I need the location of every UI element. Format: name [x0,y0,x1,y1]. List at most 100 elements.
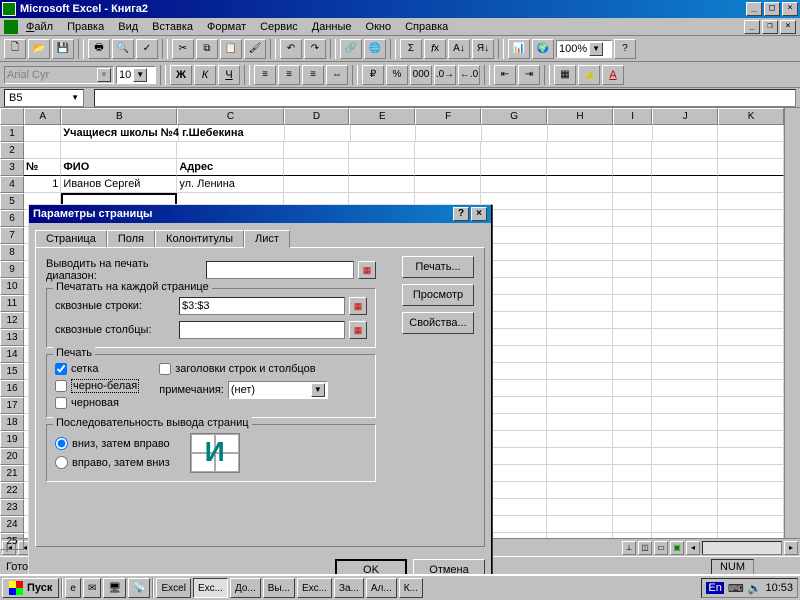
cell[interactable] [61,142,177,159]
vertical-scrollbar[interactable] [784,108,800,538]
cell[interactable] [547,397,613,414]
sort-asc-icon[interactable]: A↓ [448,39,470,59]
cell[interactable] [718,414,784,431]
cell[interactable] [718,278,784,295]
cell[interactable] [613,312,652,329]
cell[interactable] [351,125,417,142]
fontsize-combo[interactable]: 10▼ [116,66,156,84]
cell[interactable] [718,363,784,380]
cell[interactable] [652,397,718,414]
cell[interactable] [718,261,784,278]
col-header-D[interactable]: D [284,108,350,125]
cell[interactable] [718,176,784,193]
cell[interactable] [547,380,613,397]
cell[interactable] [547,278,613,295]
cell[interactable] [613,448,652,465]
cell[interactable] [652,227,718,244]
cell[interactable] [718,465,784,482]
row-header[interactable]: 12 [0,312,24,329]
cell[interactable] [548,125,614,142]
cell[interactable] [613,210,652,227]
tool-b[interactable]: ◫ [638,541,652,555]
spell-icon[interactable]: ✓ [136,39,158,59]
row-header[interactable]: 13 [0,329,24,346]
row-header[interactable]: 4 [0,176,24,193]
taskbar-button[interactable]: Ал... [366,578,397,598]
zoom-combo[interactable]: 100%▼ [556,40,612,58]
cell[interactable] [652,431,718,448]
print-button[interactable]: Печать... [402,256,474,278]
mdi-restore[interactable]: ❐ [762,20,778,34]
cell[interactable] [613,227,652,244]
col-header-J[interactable]: J [652,108,718,125]
row-header[interactable]: 18 [0,414,24,431]
row-header[interactable]: 6 [0,210,24,227]
cell[interactable] [481,142,547,159]
cell[interactable] [718,312,784,329]
cell[interactable] [284,176,350,193]
cell[interactable] [613,414,652,431]
row-header[interactable]: 1 [0,125,24,142]
tray-icon2[interactable]: 🔊 [748,582,762,595]
format-painter-icon[interactable]: 🖌 [244,39,266,59]
cell[interactable] [349,159,415,176]
open-icon[interactable]: 📂 [28,39,50,59]
cell[interactable] [718,329,784,346]
col-header-F[interactable]: F [415,108,481,125]
cell[interactable] [613,295,652,312]
cell[interactable] [613,329,652,346]
bold-icon[interactable]: Ж [170,65,192,85]
cell[interactable]: Иванов Сергей [61,176,177,193]
cell[interactable] [718,227,784,244]
cell[interactable] [284,142,350,159]
cell[interactable] [718,346,784,363]
function-icon[interactable]: fx [424,39,446,59]
row-header[interactable]: 10 [0,278,24,295]
cell[interactable] [349,142,415,159]
cell[interactable] [613,499,652,516]
lang-indicator[interactable]: En [706,582,723,594]
cell[interactable] [547,176,613,193]
help-icon[interactable]: ? [614,39,636,59]
cell[interactable] [652,176,718,193]
cell[interactable] [481,176,547,193]
fill-color-icon[interactable]: ◢ [578,65,600,85]
copy-icon[interactable]: ⧉ [196,39,218,59]
down-over-radio[interactable]: вниз, затем вправо [55,437,170,450]
taskbar-button[interactable]: До... [230,578,261,598]
col-header-G[interactable]: G [481,108,547,125]
redo-icon[interactable]: ↷ [304,39,326,59]
chart-icon[interactable]: 📊 [508,39,530,59]
row-header[interactable]: 23 [0,499,24,516]
menu-tools[interactable]: Сервис [254,20,304,34]
cell[interactable] [416,125,482,142]
cell[interactable] [547,329,613,346]
new-icon[interactable]: 🗋 [4,39,26,59]
start-button[interactable]: Пуск [2,578,59,598]
cell[interactable] [284,159,350,176]
cell[interactable] [652,261,718,278]
row-header[interactable]: 11 [0,295,24,312]
cell[interactable] [652,465,718,482]
cell[interactable] [652,414,718,431]
cell[interactable] [547,244,613,261]
cols-ref-icon[interactable]: ▦ [349,321,367,339]
map-icon[interactable]: 🌍 [532,39,554,59]
tool-a[interactable]: ⟂ [622,541,636,555]
cell[interactable] [285,125,351,142]
save-icon[interactable]: 💾 [52,39,74,59]
align-right-icon[interactable]: ≡ [302,65,324,85]
row-header[interactable]: 2 [0,142,24,159]
cell[interactable] [718,516,784,533]
hscroll-right[interactable]: ▸ [784,541,798,555]
quick-oe-icon[interactable]: ✉ [83,578,101,598]
cell[interactable] [547,533,613,538]
cell[interactable] [613,397,652,414]
grid-checkbox[interactable]: сетка [55,363,139,375]
cell[interactable] [613,142,652,159]
cell[interactable]: ФИО [61,159,177,176]
cell[interactable] [547,159,613,176]
doc-icon[interactable] [4,20,18,34]
maximize-button[interactable]: □ [764,2,780,16]
cell[interactable] [547,210,613,227]
